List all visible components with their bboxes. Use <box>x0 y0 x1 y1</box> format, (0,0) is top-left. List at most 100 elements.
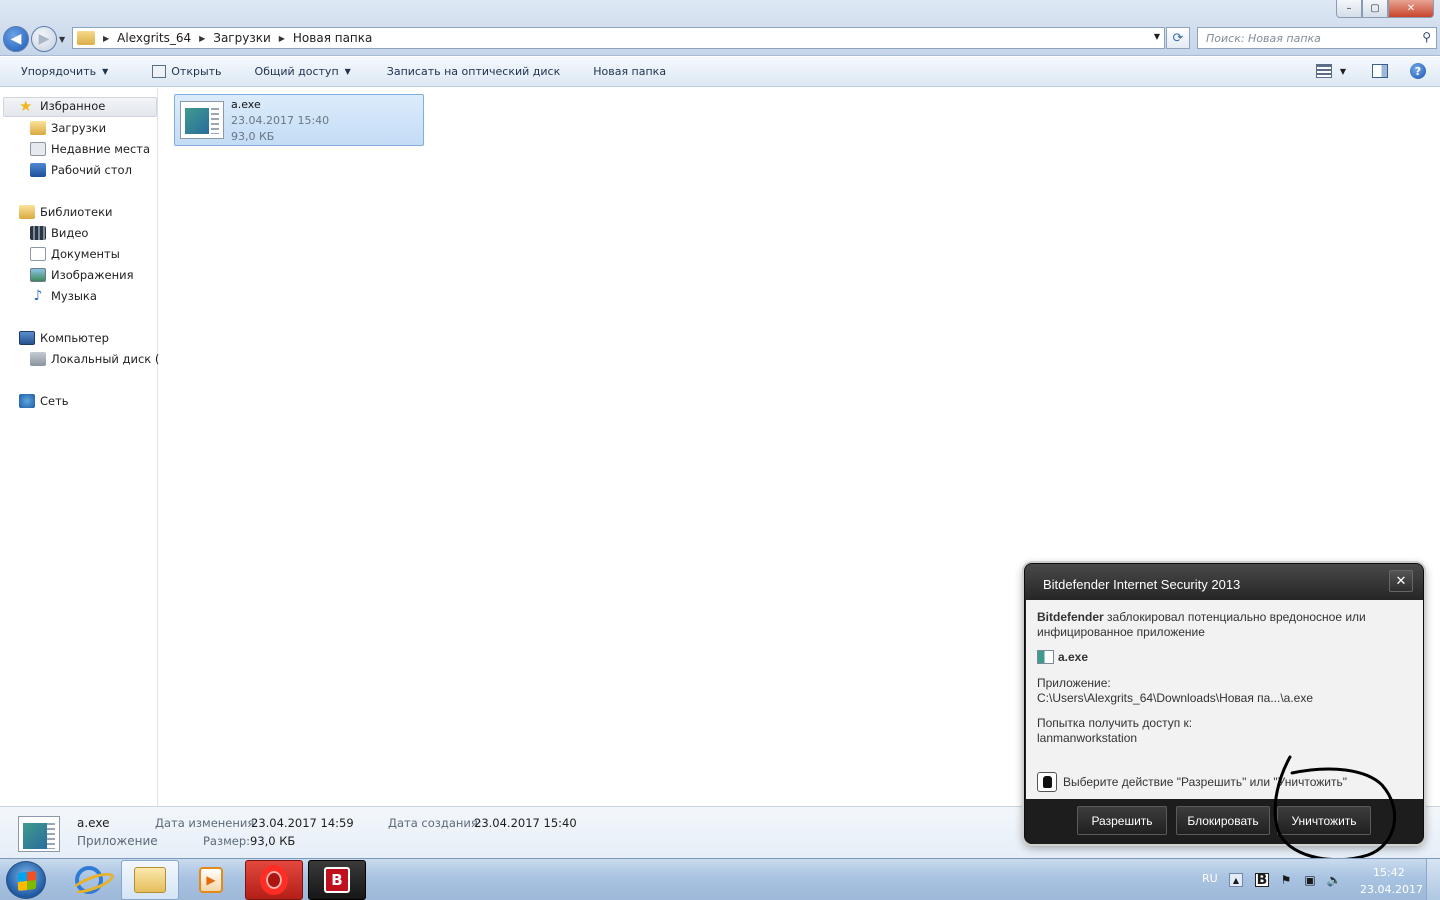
organize-button[interactable]: Упорядочить ▼ <box>18 65 111 78</box>
burn-button[interactable]: Записать на оптический диск <box>384 65 563 78</box>
sidebar-item-documents[interactable]: Документы <box>30 247 120 261</box>
back-button[interactable]: ◀ <box>3 26 29 52</box>
sidebar-item-label: Музыка <box>51 289 97 303</box>
sidebar-item-video[interactable]: Видео <box>30 226 88 240</box>
organize-label: Упорядочить <box>21 65 97 78</box>
taskbar-media-player[interactable]: ▶ <box>182 860 240 900</box>
details-size-label: Размер: <box>203 834 251 848</box>
blocked-file-name: a.exe <box>1058 650 1089 664</box>
file-date: 23.04.2017 15:40 <box>231 114 330 127</box>
details-size-value: 93,0 КБ <box>250 834 296 848</box>
close-button[interactable]: ✕ <box>1388 0 1434 18</box>
refresh-button[interactable]: ⟳ <box>1166 27 1190 49</box>
sidebar-item-recent[interactable]: Недавние места <box>30 142 150 156</box>
block-button[interactable]: Блокировать <box>1176 806 1270 835</box>
history-dropdown-icon[interactable]: ▼ <box>59 35 65 44</box>
command-bar: Упорядочить ▼ Открыть Общий доступ ▼ Зап… <box>0 57 1440 87</box>
star-icon: ★ <box>19 97 33 115</box>
sidebar-item-label: Загрузки <box>51 121 107 135</box>
folder-icon <box>77 31 95 45</box>
sidebar-item-libraries[interactable]: Библиотеки <box>19 205 113 219</box>
sidebar-item-network[interactable]: Сеть <box>19 394 69 408</box>
sidebar-item-label: Компьютер <box>40 331 109 345</box>
new-folder-label: Новая папка <box>593 65 667 78</box>
sidebar-item-downloads[interactable]: Загрузки <box>30 121 106 135</box>
breadcrumb-downloads[interactable]: Загрузки <box>213 31 271 45</box>
sidebar-item-computer[interactable]: Компьютер <box>19 331 109 345</box>
application-icon <box>180 101 224 139</box>
details-created-value: 23.04.2017 15:40 <box>474 816 577 830</box>
taskbar-internet-explorer[interactable] <box>60 860 118 900</box>
chevron-right-icon[interactable]: ▶ <box>279 34 285 43</box>
show-desktop-button[interactable] <box>1426 859 1440 900</box>
taskbar-bitdefender[interactable]: B <box>308 860 366 900</box>
volume-icon[interactable]: 🔈 <box>1327 873 1342 887</box>
breadcrumb-user[interactable]: Alexgrits_64 <box>117 31 191 45</box>
address-bar[interactable]: ▶ Alexgrits_64 ▶ Загрузки ▶ Новая папка … <box>72 27 1165 49</box>
destroy-button[interactable]: Уничтожить <box>1277 806 1371 835</box>
help-icon[interactable]: ? <box>1410 63 1426 79</box>
details-modified-label: Дата изменения: <box>155 816 259 830</box>
access-label: Попытка получить доступ к: <box>1037 716 1193 730</box>
view-icon <box>1315 64 1332 78</box>
downloads-folder-icon <box>30 121 46 135</box>
file-item-a-exe[interactable]: a.exe 23.04.2017 15:40 93,0 КБ <box>174 94 424 146</box>
video-icon <box>30 226 46 240</box>
file-size: 93,0 КБ <box>231 130 275 143</box>
forward-button[interactable]: ▶ <box>31 26 57 52</box>
address-dropdown-icon[interactable]: ▼ <box>1154 32 1160 41</box>
libraries-icon <box>19 205 35 219</box>
chevron-right-icon[interactable]: ▶ <box>103 34 109 43</box>
new-folder-button[interactable]: Новая папка <box>590 65 669 78</box>
share-label: Общий доступ <box>254 65 339 78</box>
view-controls: ▼ ? <box>1315 63 1426 79</box>
application-icon <box>1037 650 1054 664</box>
bitdefender-tray-icon[interactable]: B <box>1255 872 1269 888</box>
sidebar-item-local-disk[interactable]: Локальный диск (C <box>30 352 167 366</box>
allow-button[interactable]: Разрешить <box>1077 806 1167 835</box>
preview-pane-icon[interactable] <box>1372 64 1388 78</box>
minimize-button[interactable]: – <box>1336 0 1362 18</box>
breadcrumb-new-folder[interactable]: Новая папка <box>293 31 372 45</box>
share-button[interactable]: Общий доступ ▼ <box>252 65 354 78</box>
details-file-type: Приложение <box>77 834 158 848</box>
burn-label: Записать на оптический диск <box>386 65 561 78</box>
search-input[interactable]: Поиск: Новая папка ⚲ <box>1197 27 1437 49</box>
open-button[interactable]: Открыть <box>149 65 224 78</box>
sidebar-item-label: Рабочий стол <box>51 163 132 177</box>
taskbar: ▶ B RU ▲ B ⚑ ▣ 🔈 15:42 23.04.2017 <box>0 858 1440 900</box>
chevron-down-icon: ▼ <box>1339 66 1346 76</box>
dialog-close-button[interactable]: ✕ <box>1389 570 1413 592</box>
network-tray-icon[interactable]: ▣ <box>1303 873 1317 887</box>
internet-explorer-icon <box>75 866 103 894</box>
sidebar-item-favorites[interactable]: ★ Избранное <box>19 97 105 115</box>
navigation-pane: ★ Избранное Загрузки Недавние места Рабо… <box>0 88 167 806</box>
opera-icon <box>260 865 288 895</box>
title-address-bar: – ▢ ✕ ◀ ▶ ▼ ▶ Alexgrits_64 ▶ Загрузки ▶ … <box>0 0 1440 56</box>
show-hidden-icons-button[interactable]: ▲ <box>1229 873 1243 887</box>
start-button[interactable] <box>6 861 46 899</box>
sidebar-item-music[interactable]: ♪ Музыка <box>30 289 97 303</box>
recent-places-icon <box>30 142 46 156</box>
sidebar-item-label: Видео <box>51 226 89 240</box>
language-indicator[interactable]: RU <box>1202 872 1218 885</box>
close-icon: ✕ <box>1395 573 1407 589</box>
sidebar-item-pictures[interactable]: Изображения <box>30 268 134 282</box>
dialog-footer: Разрешить Блокировать Уничтожить <box>1025 799 1423 844</box>
change-view-button[interactable]: ▼ <box>1315 64 1346 78</box>
details-file-name: a.exe <box>77 816 110 830</box>
refresh-icon: ⟳ <box>1172 30 1184 46</box>
action-center-flag-icon[interactable]: ⚑ <box>1279 873 1293 887</box>
search-icon[interactable]: ⚲ <box>1422 30 1431 44</box>
maximize-button[interactable]: ▢ <box>1362 0 1388 18</box>
clock-time: 15:42 <box>1373 866 1405 879</box>
action-prompt-text: Выберите действие "Разрешить" или "Уничт… <box>1063 775 1347 789</box>
music-icon: ♪ <box>33 288 43 304</box>
sidebar-item-desktop[interactable]: Рабочий стол <box>30 163 132 177</box>
taskbar-explorer[interactable] <box>121 860 179 900</box>
sidebar-item-label: Сеть <box>40 394 69 408</box>
chevron-right-icon[interactable]: ▶ <box>199 34 205 43</box>
taskbar-opera[interactable] <box>245 860 303 900</box>
alert-message-line1: заблокировал потенциально вредоносное ил… <box>1103 610 1366 624</box>
details-modified-value: 23.04.2017 14:59 <box>251 816 354 830</box>
